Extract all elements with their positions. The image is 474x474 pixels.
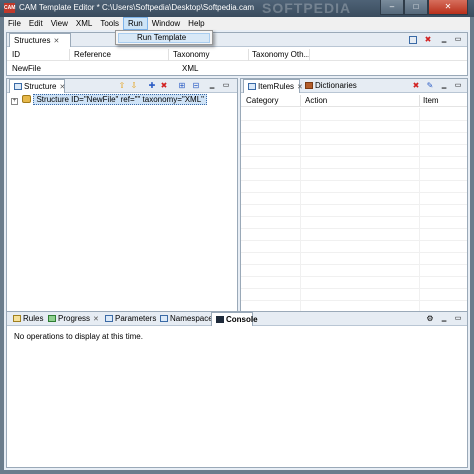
tab-structure[interactable]: Structure ✕ [9, 79, 65, 93]
menu-file[interactable]: File [4, 17, 25, 30]
new-window-icon[interactable] [409, 36, 417, 44]
maximize-view-icon[interactable]: ▭ [453, 81, 463, 91]
add-node-icon[interactable]: ✚ [147, 81, 157, 91]
progress-message: No operations to display at this time. [14, 332, 143, 341]
structures-panel: Structures ✕ ✖ ▁ ▭ ID Reference Taxonomy … [6, 32, 468, 76]
menu-help[interactable]: Help [184, 17, 208, 30]
list-icon [248, 83, 256, 90]
delete-node-icon[interactable]: ✖ [159, 81, 169, 91]
tab-console[interactable]: Console [211, 312, 258, 326]
structure-tabbar: Structure ✕ ⇧ ⇩ ✚ ✖ ⊞ ⊟ ▁ ▭ [7, 79, 237, 93]
progress-icon [48, 315, 56, 322]
expand-all-icon[interactable]: ⊞ [177, 81, 187, 91]
delete-rule-icon[interactable]: ✖ [411, 81, 421, 91]
close-button[interactable]: ✕ [428, 0, 468, 15]
col-divider [248, 49, 249, 61]
row-id: NewFile [12, 64, 41, 73]
expand-icon[interactable]: + [11, 98, 18, 105]
workbench: Structures ✕ ✖ ▁ ▭ ID Reference Taxonomy … [4, 30, 470, 470]
maximize-view-icon[interactable]: ▭ [453, 35, 463, 45]
delete-icon[interactable]: ✖ [423, 35, 433, 45]
col-item[interactable]: Item [423, 95, 439, 107]
namespaces-icon [160, 315, 168, 322]
bottom-panel: Rules Progress ✕ Parameters Namespaces Co… [6, 311, 468, 468]
item-rules-panel: ItemRules ✕ Dictionaries ✖ ✎ ▁ ▭ Category… [240, 78, 468, 340]
tab-structures[interactable]: Structures ✕ [9, 33, 71, 47]
progress-tab-label: Progress [58, 314, 91, 323]
menu-item-run-template[interactable]: Run Template [118, 33, 210, 43]
run-menu-dropdown: Run Template [115, 30, 213, 45]
edit-rule-icon[interactable]: ✎ [425, 81, 435, 91]
structure-icon [14, 83, 22, 90]
tree-node-structure[interactable]: + Structure ID="NewFile" ref="" taxonomy… [11, 94, 208, 105]
col-divider [168, 49, 169, 61]
menu-bar: File Edit View XML Tools Run Window Help [4, 17, 470, 30]
menu-edit[interactable]: Edit [25, 17, 47, 30]
tab-progress[interactable]: Progress ✕ [44, 312, 100, 326]
item-rules-header: Category Action Item [241, 95, 467, 107]
rules-icon [13, 315, 21, 322]
folder-icon [22, 95, 32, 103]
console-tab-label: Console [226, 315, 258, 324]
col-action[interactable]: Action [305, 95, 327, 107]
console-icon [216, 316, 224, 323]
col-divider [300, 95, 301, 107]
structure-tab-label: Structure [24, 82, 57, 91]
col-category[interactable]: Category [246, 95, 278, 107]
col-taxonomy[interactable]: Taxonomy [173, 49, 209, 61]
minimize-view-icon[interactable]: ▁ [439, 81, 449, 91]
collapse-all-icon[interactable]: ⊟ [191, 81, 201, 91]
col-taxonomy-other[interactable]: Taxonomy Oth... [252, 49, 310, 61]
tab-rules[interactable]: Rules [9, 312, 43, 326]
close-icon[interactable]: ✕ [93, 316, 99, 323]
col-reference[interactable]: Reference [74, 49, 111, 61]
move-up-icon[interactable]: ⇧ [117, 81, 127, 91]
structures-tabbar: Structures ✕ ✖ ▁ ▭ [7, 33, 467, 47]
menu-run[interactable]: Run [123, 17, 148, 30]
window-controls: – □ ✕ [380, 0, 468, 15]
book-icon [305, 82, 313, 89]
watermark: SOFTPEDIA [262, 0, 352, 16]
structure-panel: Structure ✕ ⇧ ⇩ ✚ ✖ ⊞ ⊟ ▁ ▭ + Structure I… [6, 78, 238, 340]
close-icon[interactable]: ✕ [59, 84, 65, 91]
bottom-tabbar: Rules Progress ✕ Parameters Namespaces Co… [7, 312, 467, 326]
namespaces-tab-label: Namespaces [170, 314, 217, 323]
move-down-icon[interactable]: ⇩ [129, 81, 139, 91]
clear-console-icon[interactable]: ⚙ [425, 314, 435, 324]
title-bar: CAM CAM Template Editor * C:\Users\Softp… [0, 0, 474, 17]
minimize-button[interactable]: – [380, 0, 404, 15]
maximize-button[interactable]: □ [404, 0, 428, 15]
row-taxonomy: XML [182, 64, 199, 73]
menu-xml[interactable]: XML [72, 17, 96, 30]
tab-namespaces[interactable]: Namespaces [156, 312, 217, 326]
close-icon[interactable]: ✕ [53, 38, 59, 45]
minimize-view-icon[interactable]: ▁ [439, 314, 449, 324]
table-row[interactable]: NewFile XML [7, 63, 467, 75]
col-divider [419, 95, 420, 107]
dictionaries-tab-label: Dictionaries [315, 81, 357, 90]
col-divider [309, 49, 310, 61]
col-id[interactable]: ID [12, 49, 20, 61]
menu-view[interactable]: View [47, 17, 72, 30]
minimize-view-icon[interactable]: ▁ [207, 81, 217, 91]
structures-tab-label: Structures [14, 36, 51, 45]
tree-node-label: Structure ID="NewFile" ref="" taxonomy="… [33, 94, 208, 105]
window-title: CAM Template Editor * C:\Users\Softpedia… [19, 3, 255, 12]
col-divider [69, 49, 70, 61]
app-logo-icon: CAM [4, 3, 16, 13]
parameters-icon [105, 315, 113, 322]
parameters-tab-label: Parameters [115, 314, 157, 323]
tab-dictionaries[interactable]: Dictionaries [301, 79, 357, 93]
structures-header: ID Reference Taxonomy Taxonomy Oth... [7, 49, 467, 61]
maximize-view-icon[interactable]: ▭ [453, 314, 463, 324]
tab-parameters[interactable]: Parameters [101, 312, 157, 326]
item-rules-tabbar: ItemRules ✕ Dictionaries ✖ ✎ ▁ ▭ [241, 79, 467, 93]
tab-item-rules[interactable]: ItemRules ✕ [243, 79, 303, 93]
rules-tab-label: Rules [23, 314, 44, 323]
menu-tools[interactable]: Tools [96, 17, 123, 30]
item-rules-tab-label: ItemRules [258, 82, 295, 91]
minimize-view-icon[interactable]: ▁ [439, 35, 449, 45]
menu-window[interactable]: Window [148, 17, 184, 30]
maximize-view-icon[interactable]: ▭ [221, 81, 231, 91]
